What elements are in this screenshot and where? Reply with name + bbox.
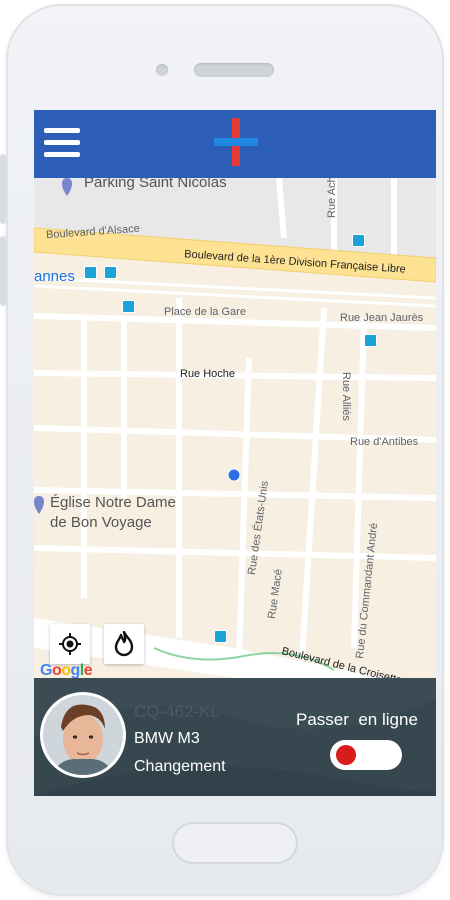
map-label-place-gare: Place de la Gare — [164, 306, 246, 318]
top-app-bar — [34, 110, 436, 178]
bus-stop-icon — [122, 300, 135, 313]
map-label-rue-allies: Rue Alliés — [340, 372, 352, 421]
map-label-rue-jean-jaures: Rue Jean Jaurès — [340, 312, 424, 324]
train-station-icon — [84, 266, 97, 279]
bus-stop-icon — [364, 334, 377, 347]
volume-down-button — [0, 236, 6, 306]
map-label-rue-hoche: Rue Hoche — [180, 368, 236, 380]
driver-photo — [43, 695, 123, 775]
bus-stop-icon — [104, 266, 117, 279]
driver-panel: CQ-462-KL BMW M3 Changement Passer en li… — [34, 678, 436, 796]
hamburger-menu-icon[interactable] — [44, 128, 80, 160]
cross-logo-icon — [214, 118, 258, 166]
map-label-cannes: annes — [34, 268, 75, 285]
locate-me-button[interactable] — [50, 624, 90, 664]
go-online-toggle[interactable] — [330, 740, 402, 770]
app-screen: Parking Saint Nicolas Boulevard d'Alsace… — [34, 110, 436, 796]
flame-icon — [114, 631, 134, 657]
map-label-rue-antibes: Rue d'Antibes — [350, 436, 419, 448]
toggle-knob — [336, 745, 356, 765]
go-online-label: Passer en ligne — [296, 710, 418, 729]
map-label-eglise-line1: Église Notre Dame — [50, 494, 176, 511]
volume-up-button — [0, 154, 6, 224]
bus-stop-icon — [214, 630, 227, 643]
car-status: Changement — [134, 758, 226, 775]
map-view[interactable]: Parking Saint Nicolas Boulevard d'Alsace… — [34, 161, 436, 687]
speaker-grille — [194, 63, 274, 77]
bus-stop-icon — [352, 234, 365, 247]
home-button[interactable] — [172, 822, 298, 864]
car-model: BMW M3 — [134, 730, 200, 747]
avatar[interactable] — [40, 692, 126, 778]
map-label-eglise-line2: de Bon Voyage — [50, 514, 152, 531]
heatmap-button[interactable] — [104, 624, 144, 664]
front-camera — [156, 64, 168, 76]
crosshair-locate-icon — [59, 633, 81, 655]
license-plate: CQ-462-KL — [134, 702, 220, 721]
